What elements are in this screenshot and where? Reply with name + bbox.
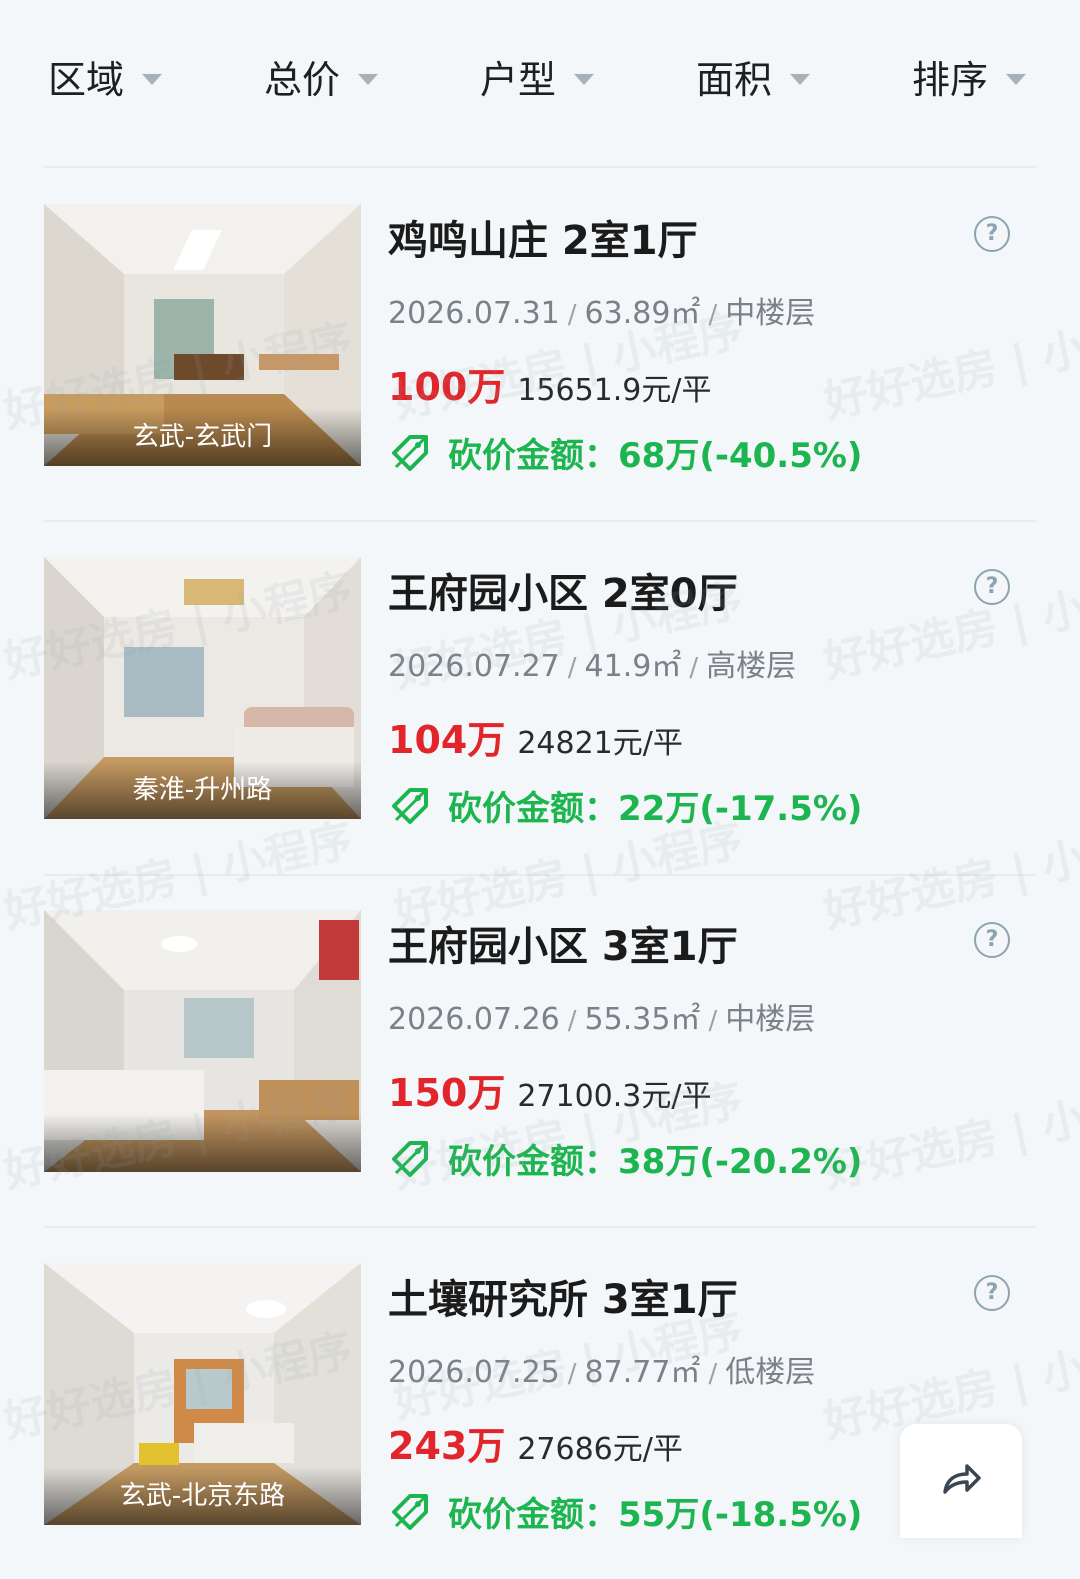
listing-meta: 2026.07.31/63.89㎡ / 中楼层 bbox=[388, 296, 816, 331]
question-circle-icon[interactable]: ? bbox=[974, 569, 1010, 605]
listing-floor: 低楼层 bbox=[725, 1355, 816, 1390]
chevron-down-icon bbox=[142, 73, 163, 85]
listing-meta: 2026.07.25/87.77㎡ / 低楼层 bbox=[388, 1355, 816, 1390]
question-circle-icon[interactable]: ? bbox=[974, 1275, 1010, 1311]
cut-label: 砍价金额：38万(-20.2%) bbox=[448, 1142, 863, 1182]
share-button[interactable] bbox=[900, 1424, 1022, 1538]
listing-card[interactable]: 秦淮-升州路 王府园小区 2室0厅 ? 2026.07.27/41.9㎡ / 高楼层… bbox=[0, 521, 1080, 873]
unit-price: 24821元/平 bbox=[517, 726, 683, 761]
listing-title[interactable]: 鸡鸣山庄 2室1厅 bbox=[388, 208, 698, 266]
chevron-down-icon bbox=[1006, 73, 1027, 85]
listing-floor: 高楼层 bbox=[706, 649, 797, 684]
price-tag-icon bbox=[390, 1492, 430, 1532]
question-circle-icon[interactable]: ? bbox=[974, 922, 1010, 958]
filter-region[interactable]: 区域 bbox=[48, 48, 163, 104]
location-label: 玄武-玄武门 bbox=[44, 408, 361, 466]
unit-price: 27686元/平 bbox=[517, 1432, 683, 1467]
cut-value: 55万(-18.5%) bbox=[618, 1495, 863, 1535]
listing-photo[interactable]: 玄武-玄武门 bbox=[44, 204, 361, 466]
total-price: 150万 bbox=[388, 1071, 506, 1115]
listing-floor: 中楼层 bbox=[725, 1002, 816, 1037]
location-label: 玄武-北京东路 bbox=[44, 1467, 361, 1525]
cut-value: 22万(-17.5%) bbox=[618, 789, 863, 829]
unit-price: 15651.9元/平 bbox=[517, 373, 712, 408]
cut-label: 砍价金额：68万(-40.5%) bbox=[448, 436, 863, 476]
listing-area: 41.9㎡ bbox=[584, 649, 682, 684]
question-circle-icon[interactable]: ? bbox=[974, 216, 1010, 252]
chevron-down-icon bbox=[790, 73, 811, 85]
listing-area: 63.89㎡ bbox=[584, 296, 701, 331]
share-arrow-icon bbox=[941, 1462, 981, 1500]
filter-area-label: 面积 bbox=[696, 57, 773, 102]
cut-value: 68万(-40.5%) bbox=[618, 436, 863, 476]
listing-meta: 2026.07.26/55.35㎡ / 中楼层 bbox=[388, 1002, 816, 1037]
listing-photo[interactable]: 秦淮-升州路 bbox=[44, 557, 361, 819]
filter-region-label: 区域 bbox=[48, 57, 125, 102]
listing-photo[interactable]: 玄武-北京东路 bbox=[44, 1263, 361, 1525]
cut-label: 砍价金额：22万(-17.5%) bbox=[448, 789, 863, 829]
listing-area: 55.35㎡ bbox=[584, 1002, 701, 1037]
listing-date: 2026.07.27 bbox=[388, 649, 560, 684]
total-price: 100万 bbox=[388, 365, 506, 409]
listing-floor: 中楼层 bbox=[725, 296, 816, 331]
filter-layout[interactable]: 户型 bbox=[480, 48, 595, 104]
unit-price: 27100.3元/平 bbox=[517, 1079, 712, 1114]
listing-meta: 2026.07.27/41.9㎡ / 高楼层 bbox=[388, 649, 797, 684]
listing-date: 2026.07.26 bbox=[388, 1002, 560, 1037]
listing-title[interactable]: 王府园小区 3室1厅 bbox=[388, 914, 738, 972]
price-row: 104万 24821元/平 bbox=[388, 709, 683, 764]
price-cut-row: 砍价金额：38万(-20.2%) bbox=[390, 1134, 862, 1183]
total-price: 104万 bbox=[388, 718, 506, 762]
price-row: 100万 15651.9元/平 bbox=[388, 356, 712, 411]
listing-title[interactable]: 土壤研究所 3室1厅 bbox=[388, 1267, 738, 1325]
price-tag-icon bbox=[390, 1139, 430, 1179]
filter-layout-label: 户型 bbox=[480, 57, 557, 102]
location-label bbox=[44, 1114, 361, 1172]
cut-value: 38万(-20.2%) bbox=[618, 1142, 863, 1182]
price-row: 150万 27100.3元/平 bbox=[388, 1062, 712, 1117]
cut-label: 砍价金额：55万(-18.5%) bbox=[448, 1495, 863, 1535]
price-cut-row: 砍价金额：22万(-17.5%) bbox=[390, 781, 862, 830]
listing-photo[interactable] bbox=[44, 910, 361, 1172]
filter-sort-label: 排序 bbox=[912, 57, 989, 102]
listing-date: 2026.07.25 bbox=[388, 1355, 560, 1390]
price-cut-row: 砍价金额：55万(-18.5%) bbox=[390, 1487, 862, 1536]
chevron-down-icon bbox=[358, 73, 379, 85]
filter-bar: 区域 总价 户型 面积 排序 bbox=[0, 0, 1080, 150]
filter-total-price-label: 总价 bbox=[264, 57, 341, 102]
filter-area[interactable]: 面积 bbox=[696, 48, 811, 104]
chevron-down-icon bbox=[574, 73, 595, 85]
listing-date: 2026.07.31 bbox=[388, 296, 560, 331]
price-tag-icon bbox=[390, 433, 430, 473]
listing-card[interactable]: 玄武-玄武门 鸡鸣山庄 2室1厅 ? 2026.07.31/63.89㎡ / 中楼层… bbox=[0, 168, 1080, 520]
price-tag-icon bbox=[390, 786, 430, 826]
listing-card[interactable]: 王府园小区 3室1厅 ? 2026.07.26/55.35㎡ / 中楼层 150万 2… bbox=[0, 874, 1080, 1226]
listing-area: 87.77㎡ bbox=[584, 1355, 701, 1390]
location-label: 秦淮-升州路 bbox=[44, 761, 361, 819]
price-row: 243万 27686元/平 bbox=[388, 1415, 683, 1470]
price-cut-row: 砍价金额：68万(-40.5%) bbox=[390, 428, 862, 477]
listing-title[interactable]: 王府园小区 2室0厅 bbox=[388, 561, 738, 619]
total-price: 243万 bbox=[388, 1424, 506, 1468]
filter-total-price[interactable]: 总价 bbox=[264, 48, 379, 104]
filter-sort[interactable]: 排序 bbox=[912, 48, 1027, 104]
